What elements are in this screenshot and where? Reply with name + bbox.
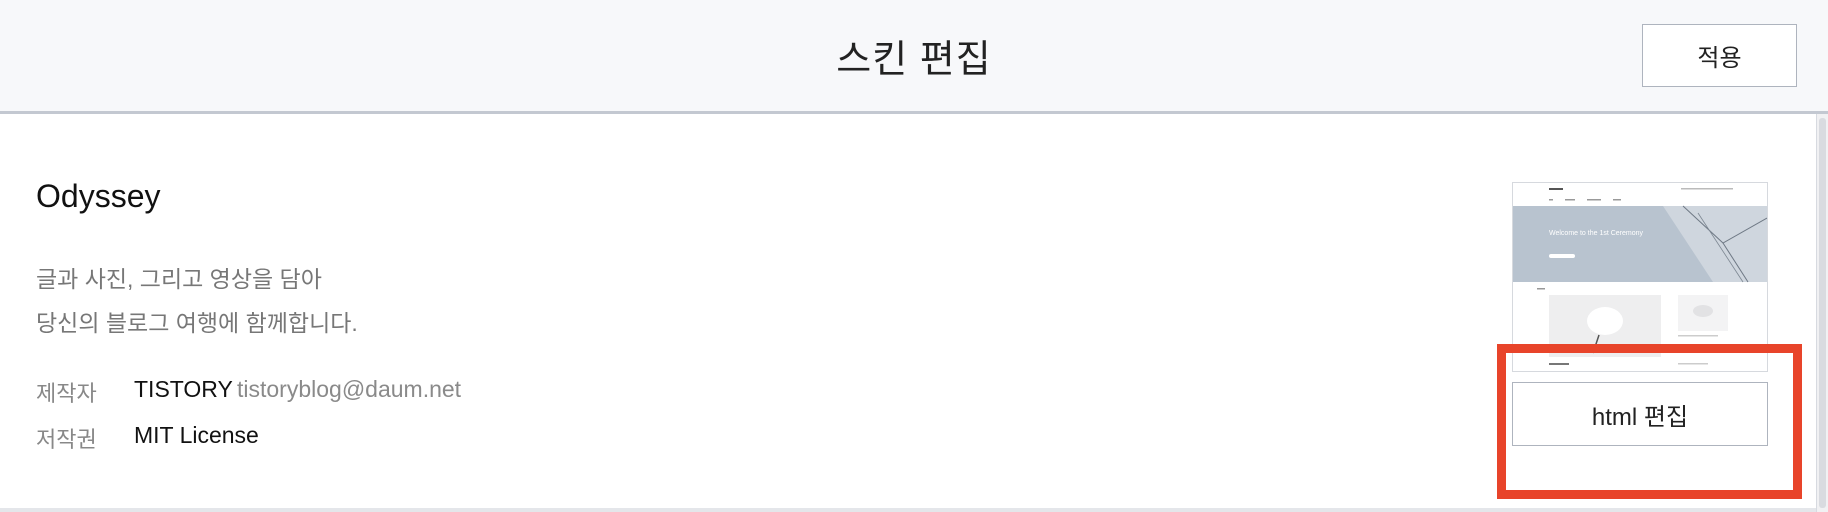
license-label: 저작권 (36, 427, 97, 452)
header-bar: 스킨 편집 적용 (0, 0, 1828, 114)
skin-preview-thumbnail: Welcome to the 1st Ceremony (1512, 182, 1768, 372)
html-edit-button[interactable]: html 편집 (1512, 382, 1768, 446)
apply-button[interactable]: 적용 (1642, 24, 1797, 87)
license-value: MIT License (134, 422, 259, 448)
author-email: tistoryblog@daum.net (237, 376, 462, 402)
skin-name: Odyssey (36, 178, 161, 214)
author-name: TISTORY (134, 376, 233, 402)
skin-description-line2: 당신의 블로그 여행에 함께합니다. (36, 310, 358, 336)
preview-heading-text: Welcome to the 1st Ceremony (1549, 230, 1644, 237)
content-divider (0, 508, 1816, 512)
page-title: 스킨 편집 (836, 39, 992, 81)
skin-description-line1: 글과 사진, 그리고 영상을 담아 (36, 266, 322, 292)
author-label: 제작자 (36, 381, 97, 406)
scrollbar[interactable] (1816, 114, 1828, 512)
scrollbar-thumb[interactable] (1819, 118, 1826, 508)
